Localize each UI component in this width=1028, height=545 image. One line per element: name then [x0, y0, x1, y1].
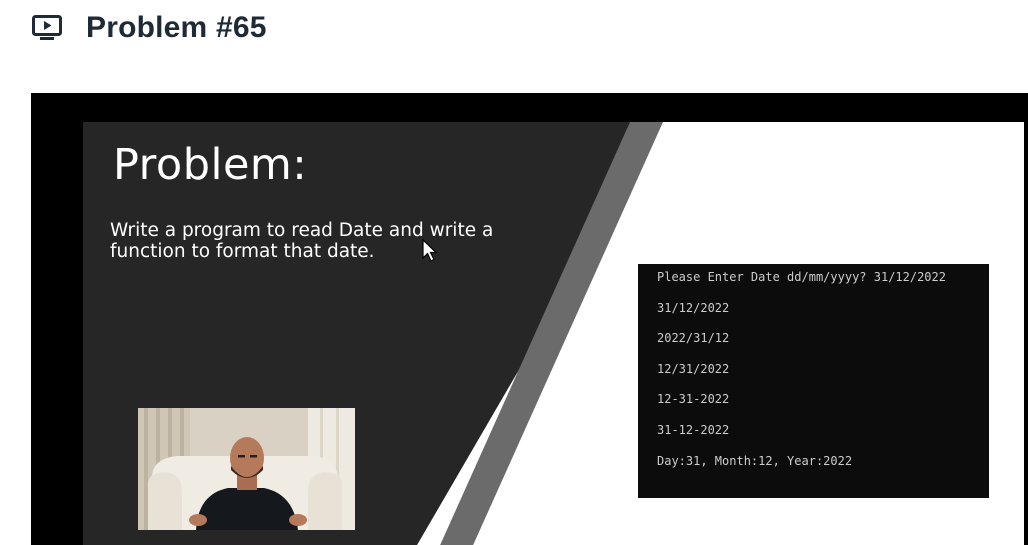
mouse-cursor-icon: [422, 239, 438, 262]
console-output: Please Enter Date dd/mm/yyyy? 31/12/2022…: [638, 264, 989, 498]
slide-body: Write a program to read Date and write a…: [110, 220, 530, 262]
console-line: 12-31-2022: [657, 392, 730, 407]
page-title: Problem #65: [86, 11, 267, 44]
console-line: 2022/31/12: [657, 331, 730, 346]
console-line: 12/31/2022: [657, 361, 730, 376]
video-player[interactable]: Problem: Write a program to read Date an…: [31, 93, 1028, 545]
slide-frame: Problem: Write a program to read Date an…: [83, 122, 1024, 545]
webcam-overlay: [138, 408, 355, 530]
slide-body-line: function to format that date.: [110, 241, 375, 262]
console-line: 31/12/2022: [657, 300, 730, 315]
console-line: Day:31, Month:12, Year:2022: [657, 453, 853, 468]
console-line: Please Enter Date dd/mm/yyyy? 31/12/2022: [657, 270, 946, 284]
slide-heading: Problem:: [113, 140, 308, 190]
console-line: 31-12-2022: [657, 422, 730, 437]
page-header: Problem #65: [32, 9, 267, 47]
slide-body-line: Write a program to read Date and write a: [110, 220, 494, 241]
video-play-icon: [32, 15, 62, 41]
